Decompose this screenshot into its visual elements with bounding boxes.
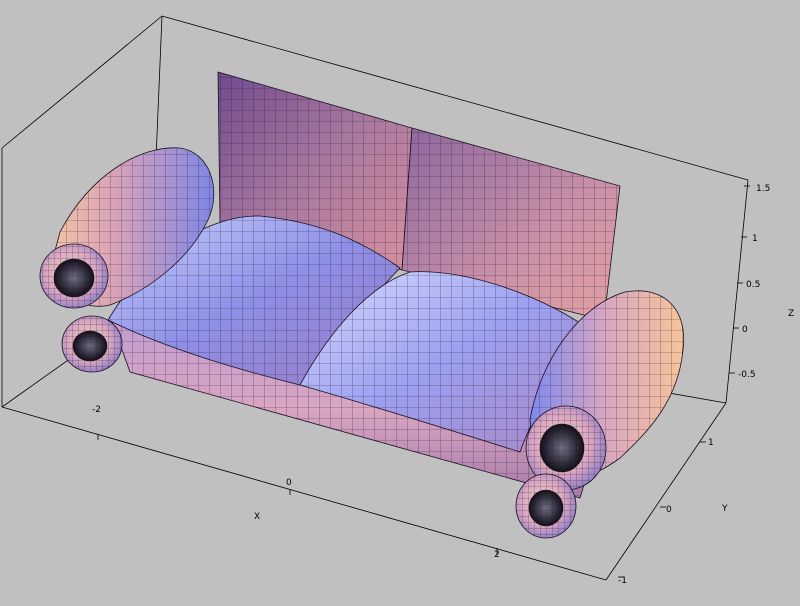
x-tick-label: 2 bbox=[494, 550, 500, 560]
z-tick-label: 1.5 bbox=[756, 184, 770, 194]
z-tick-label: 0.5 bbox=[746, 280, 760, 290]
y-axis-label: Y bbox=[721, 504, 728, 514]
z-axis-label: Z bbox=[788, 309, 794, 319]
y-tick-label: -1 bbox=[618, 576, 627, 586]
z-tick-label: -0.5 bbox=[738, 370, 756, 380]
z-axis: 1.5 1 0.5 0 -0.5 Z bbox=[729, 184, 794, 380]
y-tick-label: 0 bbox=[666, 505, 672, 515]
x-axis-label: X bbox=[254, 512, 260, 522]
x-tick-label: 0 bbox=[286, 478, 292, 488]
armrest-right-lower-roll bbox=[515, 473, 577, 539]
armrest-left-lower-roll bbox=[61, 315, 123, 373]
y-axis: 1 0 -1 Y bbox=[618, 438, 728, 586]
sofa-surface-plot: -2 0 2 X 1 0 -1 Y 1.5 1 0.5 0 -0.5 Z bbox=[1, 15, 794, 586]
z-tick-label: 1 bbox=[752, 234, 758, 244]
z-tick-label: 0 bbox=[742, 325, 748, 335]
plot-stage: -2 0 2 X 1 0 -1 Y 1.5 1 0.5 0 -0.5 Z bbox=[0, 0, 800, 602]
y-tick-label: 1 bbox=[708, 438, 714, 448]
x-tick-label: -2 bbox=[92, 405, 101, 415]
